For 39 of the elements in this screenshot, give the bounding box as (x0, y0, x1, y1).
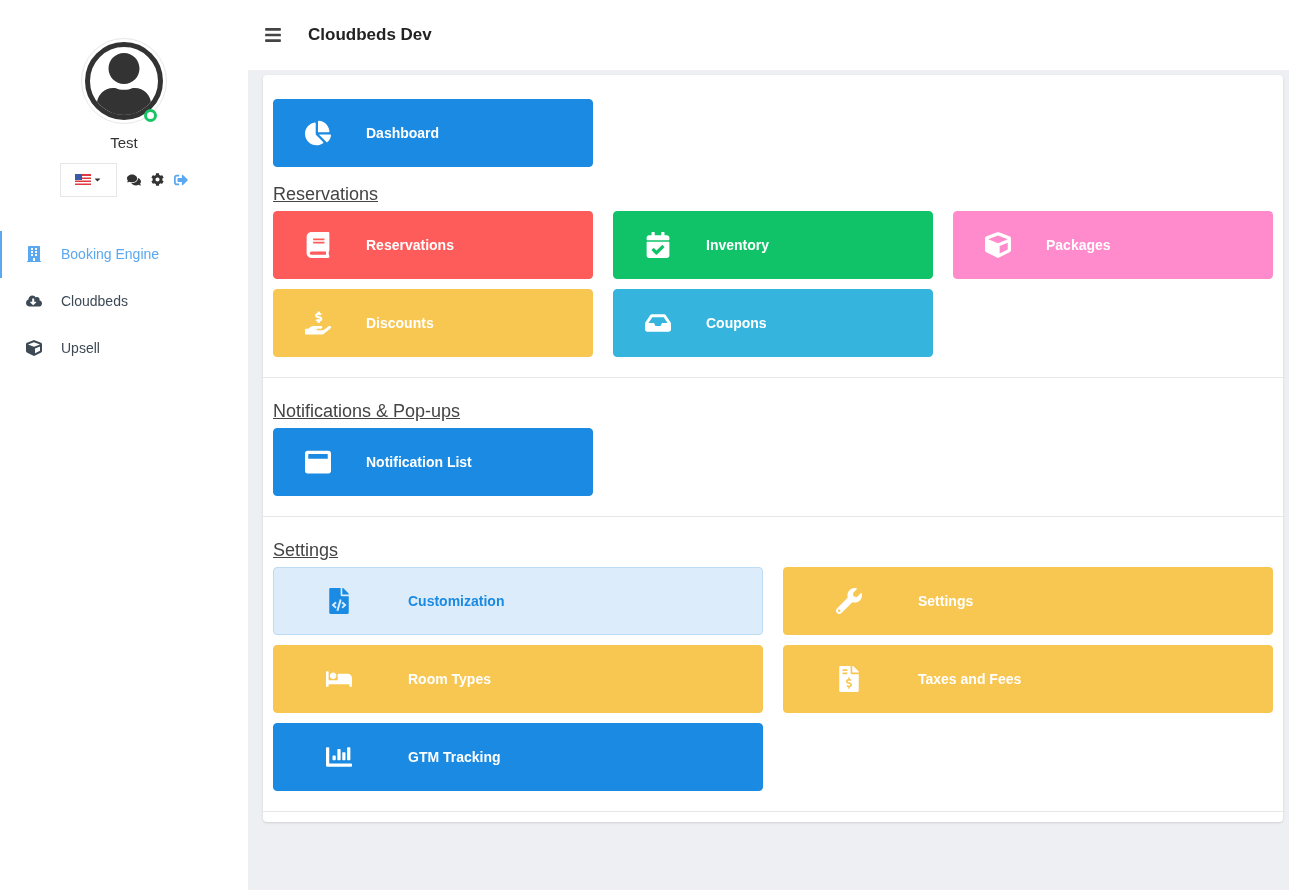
menu-tile[interactable]: Taxes and Fees (783, 645, 1273, 713)
caret-icon (93, 175, 102, 184)
chat-icon[interactable] (127, 172, 141, 187)
menu-tile[interactable]: Notification List (273, 428, 593, 496)
section-heading[interactable]: Settings (273, 537, 1273, 563)
language-dropdown[interactable] (60, 162, 117, 197)
menu-tile[interactable]: Settings (783, 567, 1273, 635)
sidebar-item[interactable]: Upsell (0, 324, 248, 372)
menu-tile[interactable]: GTM Tracking (273, 723, 763, 791)
book-icon (305, 232, 331, 258)
cube-icon (985, 232, 1011, 258)
wrench-icon (836, 588, 862, 614)
user-name: Test (110, 133, 138, 153)
menu-tile[interactable]: Discounts (273, 289, 593, 357)
menu-icon[interactable] (264, 26, 282, 44)
flag-icon (75, 174, 91, 185)
cube-icon (26, 340, 42, 356)
settings-icon[interactable] (151, 173, 164, 186)
pie-chart-icon (305, 120, 331, 146)
calendar-check-icon (645, 232, 671, 258)
menu-tile[interactable]: Room Types (273, 645, 763, 713)
cloud-download-icon (26, 293, 42, 309)
sidebar-item[interactable]: Cloudbeds (0, 277, 248, 325)
window-icon (305, 449, 331, 475)
app-title: Cloudbeds Dev (308, 24, 432, 47)
section-heading[interactable]: Reservations (273, 181, 1273, 207)
menu-tile[interactable]: Inventory (613, 211, 933, 279)
code-file-icon (326, 588, 352, 614)
section-heading[interactable]: Notifications & Pop-ups (273, 398, 1273, 424)
invoice-icon (836, 666, 862, 692)
menu-tile[interactable]: Dashboard (273, 99, 593, 167)
menu-tile[interactable]: Packages (953, 211, 1273, 279)
bar-chart-icon (326, 744, 352, 770)
sidebar-item[interactable]: Booking Engine (0, 230, 248, 278)
building-icon (26, 246, 42, 262)
hand-dollar-icon (305, 310, 331, 336)
menu-tile[interactable]: Coupons (613, 289, 933, 357)
menu-tile[interactable]: Customization (273, 567, 763, 635)
menu-tile[interactable]: Reservations (273, 211, 593, 279)
